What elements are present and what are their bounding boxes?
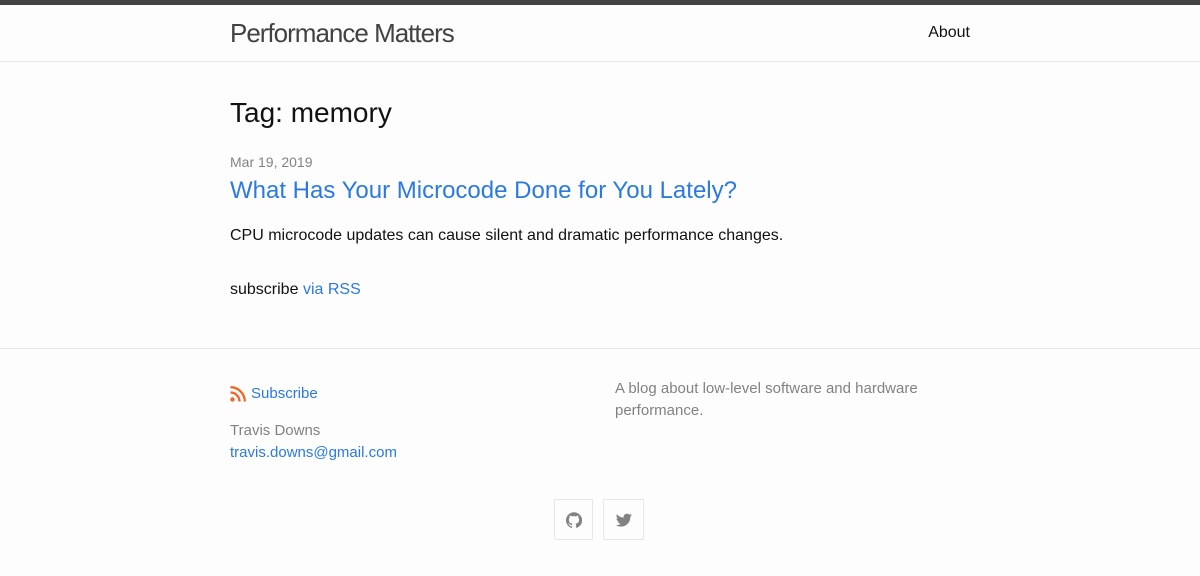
- page-content: Tag: memory Mar 19, 2019 What Has Your M…: [0, 62, 1200, 349]
- author-name: Travis Downs: [230, 422, 321, 439]
- post-excerpt: CPU microcode updates can cause silent a…: [230, 227, 784, 244]
- footer-contact: Subscribe Travis Downs travis.downs@gmai…: [230, 383, 590, 464]
- post-title-link[interactable]: What Has Your Microcode Done for You Lat…: [230, 176, 737, 206]
- twitter-icon: [615, 513, 632, 527]
- site-header: Performance Matters About: [0, 5, 1200, 62]
- rss-subscribe-line: subscribe via RSS: [230, 280, 361, 300]
- site-footer: Subscribe Travis Downs travis.downs@gmai…: [0, 349, 1200, 576]
- nav-about-link[interactable]: About: [928, 23, 970, 43]
- social-links: [554, 499, 644, 540]
- site-title-link[interactable]: Performance Matters: [230, 18, 455, 48]
- author-email-link[interactable]: travis.downs@gmail.com: [230, 444, 397, 461]
- github-button[interactable]: [554, 499, 593, 540]
- github-icon: [565, 511, 582, 528]
- twitter-button[interactable]: [603, 499, 644, 540]
- footer-subscribe-row: Subscribe: [230, 383, 590, 405]
- rss-prefix-text: subscribe: [230, 281, 299, 298]
- footer-description: A blog about low-level software and hard…: [615, 380, 918, 419]
- rss-feed-icon[interactable]: [230, 386, 246, 402]
- page-title: Tag: memory: [230, 97, 392, 128]
- post-date: Mar 19, 2019: [230, 154, 313, 170]
- rss-link[interactable]: via RSS: [303, 281, 361, 298]
- footer-subscribe-link[interactable]: Subscribe: [251, 383, 318, 405]
